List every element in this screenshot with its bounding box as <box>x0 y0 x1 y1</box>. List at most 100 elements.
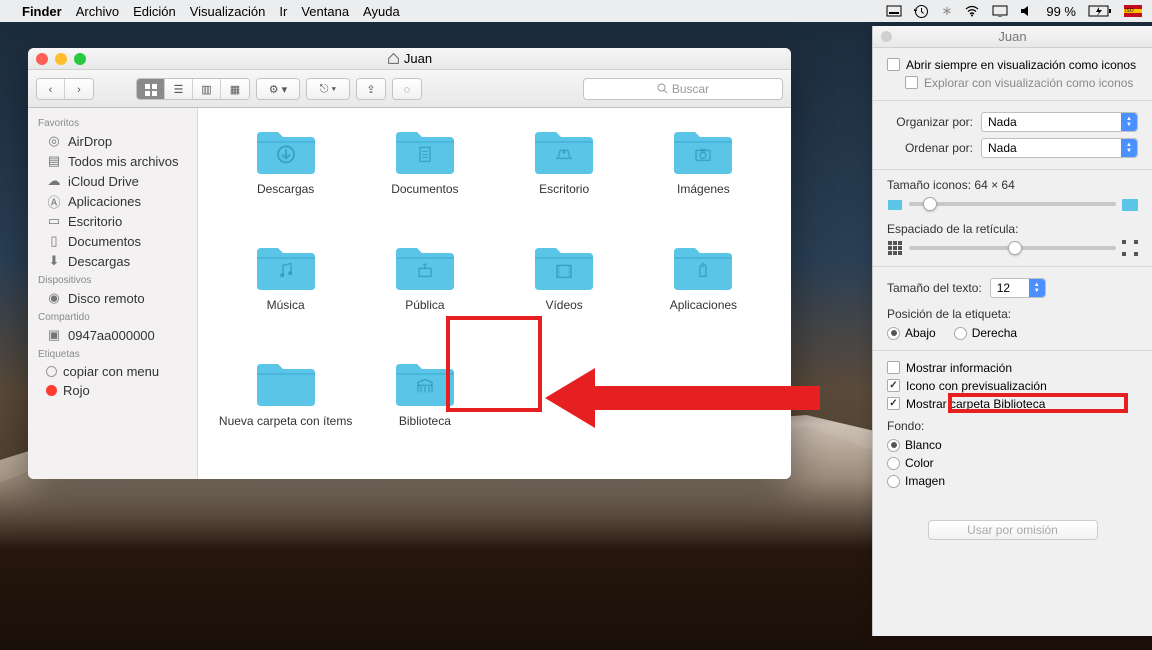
forward-button[interactable]: › <box>65 79 93 100</box>
sidebar-airdrop[interactable]: ◎AirDrop <box>28 131 197 151</box>
folder-label: Aplicaciones <box>670 298 737 312</box>
battery-icon[interactable] <box>1088 5 1112 17</box>
apps-icon: Ⓐ <box>46 193 62 209</box>
inspector-titlebar[interactable]: Juan <box>873 26 1152 48</box>
sidebar-tag-copy[interactable]: copiar con menu <box>28 362 197 381</box>
input-source-icon[interactable] <box>1124 5 1142 17</box>
sidebar-downloads[interactable]: ⬇Descargas <box>28 251 197 271</box>
downloads-icon: ⬇ <box>46 253 62 269</box>
inspector-close-button[interactable] <box>881 31 892 42</box>
music-icon <box>274 258 298 282</box>
folder-escritorio[interactable]: Escritorio <box>495 126 634 236</box>
radio-label-below[interactable] <box>887 327 900 340</box>
chk-always-icons[interactable] <box>887 58 900 71</box>
sidebar-icloud[interactable]: ☁iCloud Drive <box>28 171 197 191</box>
menu-help[interactable]: Ayuda <box>363 4 400 19</box>
folder-label: Nueva carpeta con ítems <box>219 414 352 428</box>
view-options-panel: Juan Abrir siempre en visualización como… <box>872 26 1152 636</box>
folder-label: Escritorio <box>539 182 589 196</box>
close-button[interactable] <box>36 53 48 65</box>
chk-show-preview[interactable] <box>887 379 900 392</box>
doc-icon <box>413 142 437 166</box>
folder-label: Vídeos <box>545 298 582 312</box>
sidebar-desktop[interactable]: ▭Escritorio <box>28 211 197 231</box>
menu-file[interactable]: Archivo <box>76 4 119 19</box>
sidebar-shared-item[interactable]: ▣0947aa000000 <box>28 325 197 345</box>
organize-select[interactable]: Nada▲▼ <box>981 112 1138 132</box>
menu-view[interactable]: Visualización <box>190 4 266 19</box>
use-defaults-button[interactable]: Usar por omisión <box>928 520 1098 540</box>
view-icons-button[interactable] <box>137 79 165 100</box>
folder-label: Documentos <box>391 182 458 196</box>
action-button[interactable]: ⎋ ▾ <box>307 79 349 100</box>
window-title: Juan <box>404 51 432 66</box>
sidebar-allfiles[interactable]: ▤Todos mis archivos <box>28 151 197 171</box>
back-button[interactable]: ‹ <box>37 79 65 100</box>
video-icon <box>552 258 576 282</box>
folder-label: Música <box>267 298 305 312</box>
chk-explore-icons[interactable] <box>905 76 918 89</box>
sidebar: Favoritos ◎AirDrop ▤Todos mis archivos ☁… <box>28 108 198 479</box>
airdrop-icon: ◎ <box>46 133 62 149</box>
radio-bg-color[interactable] <box>887 457 900 470</box>
folder-label: Pública <box>405 298 444 312</box>
menu-window[interactable]: Ventana <box>301 4 349 19</box>
view-list-button[interactable]: ☰ <box>165 79 193 100</box>
timemachine-icon[interactable] <box>914 4 929 19</box>
sidebar-devices-header: Dispositivos <box>28 271 197 288</box>
grid-spacing-slider[interactable] <box>909 246 1116 250</box>
annotation-highlight-checkbox <box>948 393 1128 413</box>
folder-música[interactable]: Música <box>216 242 355 352</box>
dock-icon[interactable] <box>886 5 902 17</box>
titlebar[interactable]: Juan <box>28 48 791 70</box>
allfiles-icon: ▤ <box>46 153 62 169</box>
maximize-button[interactable] <box>74 53 86 65</box>
sidebar-tag-red[interactable]: Rojo <box>28 381 197 400</box>
cloud-icon: ☁ <box>46 173 62 189</box>
desktop-icon: ▭ <box>46 213 62 229</box>
app-icon <box>691 258 715 282</box>
home-icon <box>387 52 400 65</box>
app-menu[interactable]: Finder <box>22 4 62 19</box>
view-columns-button[interactable]: ▥ <box>193 79 221 100</box>
sidebar-apps[interactable]: ⒶAplicaciones <box>28 191 197 211</box>
menu-go[interactable]: Ir <box>279 4 287 19</box>
annotation-arrow <box>545 368 825 428</box>
folder-documentos[interactable]: Documentos <box>355 126 494 236</box>
arrange-button[interactable]: ⚙ ▾ <box>257 79 299 100</box>
display-icon[interactable] <box>992 5 1008 17</box>
folder-nueva-carpeta-con-ítems[interactable]: Nueva carpeta con ítems <box>216 358 355 468</box>
menu-edit[interactable]: Edición <box>133 4 176 19</box>
library-icon <box>413 374 437 398</box>
bluetooth-icon[interactable]: ∗ <box>941 3 952 19</box>
folder-descargas[interactable]: Descargas <box>216 126 355 236</box>
minimize-button[interactable] <box>55 53 67 65</box>
annotation-highlight-folder <box>446 316 542 412</box>
sidebar-remotedisc[interactable]: ◉Disco remoto <box>28 288 197 308</box>
text-size-select[interactable]: 12▲▼ <box>990 278 1046 298</box>
toolbar: ‹ › ☰ ▥ ▦ ⚙ ▾ ⎋ ▾ ⇪ ◌ Buscar <box>28 70 791 108</box>
view-coverflow-button[interactable]: ▦ <box>221 79 249 100</box>
volume-icon[interactable] <box>1020 5 1034 17</box>
chk-show-info[interactable] <box>887 361 900 374</box>
search-input[interactable]: Buscar <box>583 78 783 100</box>
wifi-icon[interactable] <box>964 5 980 17</box>
grid-loose-icon <box>1122 240 1138 256</box>
folder-aplicaciones[interactable]: Aplicaciones <box>634 242 773 352</box>
share-button[interactable]: ⇪ <box>357 79 385 100</box>
folder-imágenes[interactable]: Imágenes <box>634 126 773 236</box>
radio-bg-white[interactable] <box>887 439 900 452</box>
tags-button[interactable]: ◌ <box>393 79 421 100</box>
icon-size-slider[interactable] <box>909 202 1116 206</box>
tag-icon <box>46 366 57 377</box>
folder-label: Descargas <box>257 182 314 196</box>
sort-select[interactable]: Nada▲▼ <box>981 138 1138 158</box>
sidebar-shared-header: Compartido <box>28 308 197 325</box>
download-icon <box>274 142 298 166</box>
chk-show-library[interactable] <box>887 397 900 410</box>
radio-bg-image[interactable] <box>887 475 900 488</box>
sidebar-documents[interactable]: ▯Documentos <box>28 231 197 251</box>
radio-label-right[interactable] <box>954 327 967 340</box>
documents-icon: ▯ <box>46 233 62 249</box>
grid-tight-icon <box>887 240 903 256</box>
